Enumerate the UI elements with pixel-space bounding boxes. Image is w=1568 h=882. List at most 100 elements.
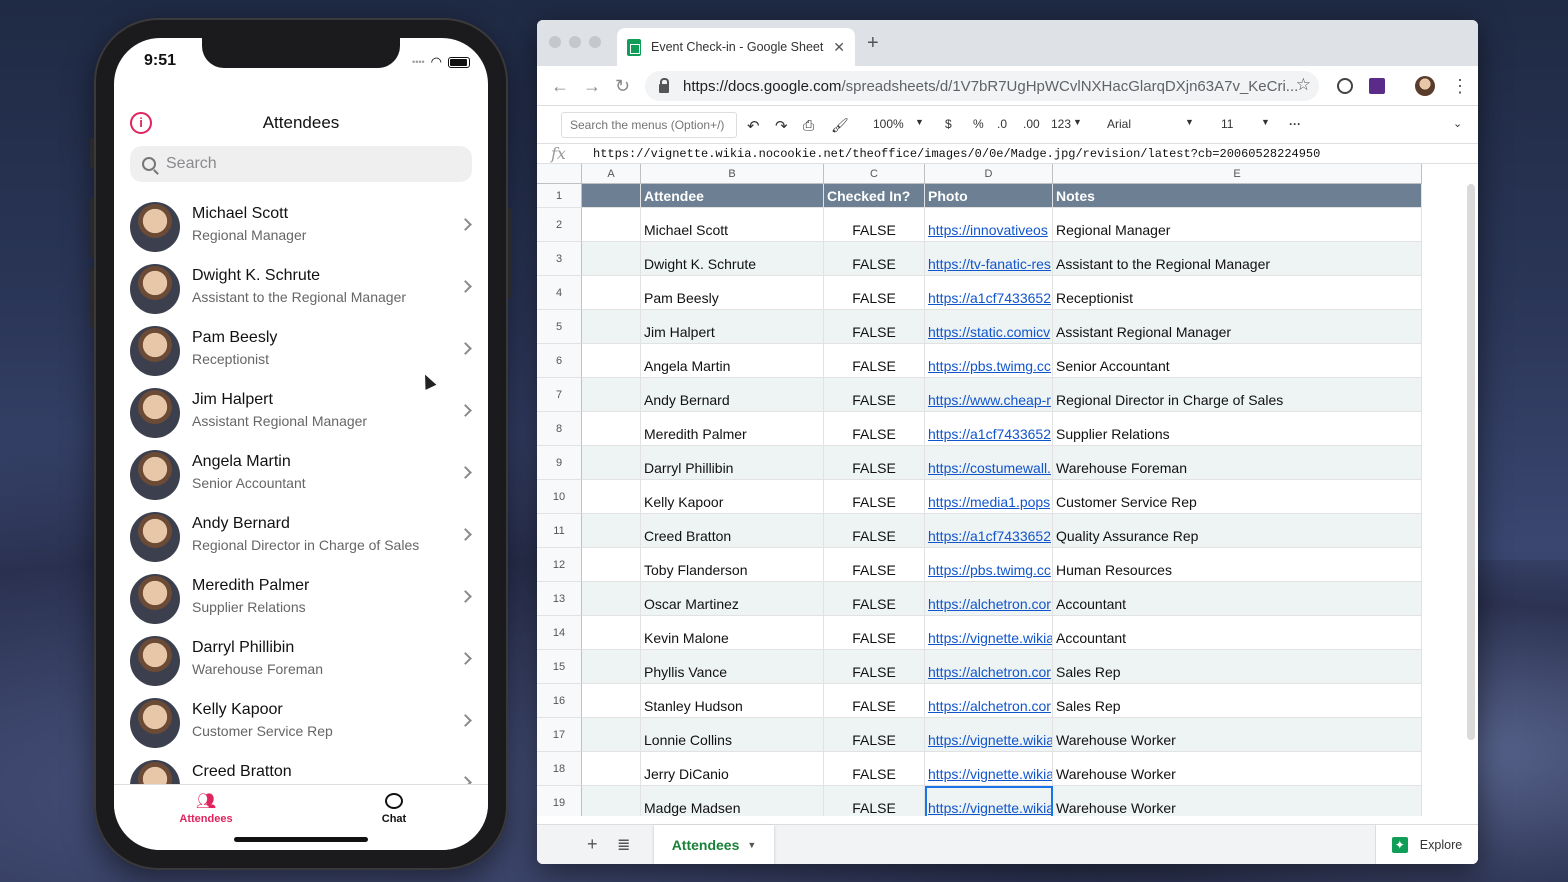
table-header-cell[interactable]: Photo <box>925 184 1053 208</box>
font-dropdown-icon[interactable]: ▼ <box>1185 117 1194 127</box>
column-header[interactable]: C <box>824 164 925 184</box>
checked-in-cell[interactable]: FALSE <box>824 582 925 616</box>
attendee-cell[interactable]: Dwight K. Schrute <box>641 242 824 276</box>
formula-value[interactable]: https://vignette.wikia.nocookie.net/theo… <box>593 147 1320 161</box>
bookmark-star-icon[interactable]: ☆ <box>1296 75 1311 95</box>
row-header[interactable]: 12 <box>537 548 582 582</box>
list-item[interactable]: Dwight K. Schrute Assistant to the Region… <box>114 258 488 320</box>
checked-in-cell[interactable]: FALSE <box>824 786 925 816</box>
photo-link-cell[interactable]: https://a1cf7433652 <box>925 514 1053 548</box>
attendee-cell[interactable]: Oscar Martinez <box>641 582 824 616</box>
checked-in-cell[interactable]: FALSE <box>824 310 925 344</box>
photo-link-cell[interactable]: https://alchetron.cor <box>925 582 1053 616</box>
table-cell[interactable] <box>582 616 641 650</box>
forward-icon[interactable]: → <box>583 76 601 97</box>
font-select[interactable]: Arial <box>1107 117 1131 131</box>
formula-bar[interactable]: fx https://vignette.wikia.nocookie.net/t… <box>537 144 1478 164</box>
zoom-select[interactable]: 100% <box>873 117 904 131</box>
checked-in-cell[interactable]: FALSE <box>824 242 925 276</box>
menu-search-input[interactable] <box>561 112 737 138</box>
attendee-cell[interactable]: Lonnie Collins <box>641 718 824 752</box>
checked-in-cell[interactable]: FALSE <box>824 446 925 480</box>
row-header[interactable]: 2 <box>537 208 582 242</box>
attendee-cell[interactable]: Angela Martin <box>641 344 824 378</box>
attendee-cell[interactable]: Jim Halpert <box>641 310 824 344</box>
attendee-cell[interactable]: Pam Beesly <box>641 276 824 310</box>
list-item[interactable]: Michael Scott Regional Manager <box>114 196 488 258</box>
print-icon[interactable]: ⎙ <box>803 117 814 134</box>
attendee-cell[interactable]: Creed Bratton <box>641 514 824 548</box>
photo-link-cell[interactable]: https://media1.pops <box>925 480 1053 514</box>
photo-link-cell[interactable]: https://vignette.wikia <box>925 616 1053 650</box>
table-cell[interactable] <box>582 718 641 752</box>
list-item[interactable]: Andy Bernard Regional Director in Charge … <box>114 506 488 568</box>
new-tab-icon[interactable]: + <box>867 32 879 55</box>
table-cell[interactable] <box>582 514 641 548</box>
photo-link-cell[interactable]: https://static.comicv <box>925 310 1053 344</box>
table-header-cell[interactable]: Notes <box>1053 184 1422 208</box>
table-cell[interactable] <box>582 786 641 816</box>
photo-link-cell[interactable]: https://vignette.wikia <box>925 718 1053 752</box>
checked-in-cell[interactable]: FALSE <box>824 616 925 650</box>
notes-cell[interactable]: Quality Assurance Rep <box>1053 514 1422 548</box>
row-header[interactable]: 13 <box>537 582 582 616</box>
vertical-scrollbar[interactable] <box>1467 184 1475 740</box>
notes-cell[interactable]: Warehouse Foreman <box>1053 446 1422 480</box>
notes-cell[interactable]: Receptionist <box>1053 276 1422 310</box>
redo-icon[interactable]: ↷ <box>775 117 788 135</box>
photo-link-cell[interactable]: https://a1cf7433652 <box>925 412 1053 446</box>
notes-cell[interactable]: Human Resources <box>1053 548 1422 582</box>
row-header[interactable]: 16 <box>537 684 582 718</box>
tab-close-icon[interactable]: ✕ <box>833 39 845 56</box>
attendee-cell[interactable]: Michael Scott <box>641 208 824 242</box>
row-header[interactable]: 14 <box>537 616 582 650</box>
browser-menu-icon[interactable]: ⋮ <box>1451 76 1469 97</box>
extension-w-icon[interactable] <box>1369 78 1385 94</box>
table-cell[interactable] <box>582 752 641 786</box>
search-bar[interactable] <box>130 146 472 182</box>
table-cell[interactable] <box>582 684 641 718</box>
notes-cell[interactable]: Assistant Regional Manager <box>1053 310 1422 344</box>
url-bar[interactable]: https://docs.google.com /spreadsheets/d/… <box>645 71 1319 101</box>
currency-format-button[interactable]: $ <box>945 117 952 131</box>
paint-format-icon[interactable]: 🖌︎ <box>831 117 849 134</box>
photo-link-cell[interactable]: https://alchetron.cor <box>925 684 1053 718</box>
row-header[interactable]: 3 <box>537 242 582 276</box>
photo-link-cell[interactable]: https://pbs.twimg.cc <box>925 548 1053 582</box>
notes-cell[interactable]: Accountant <box>1053 582 1422 616</box>
attendee-cell[interactable]: Phyllis Vance <box>641 650 824 684</box>
attendee-list[interactable]: Michael Scott Regional Manager Dwight K. S… <box>114 196 488 784</box>
attendee-cell[interactable]: Stanley Hudson <box>641 684 824 718</box>
notes-cell[interactable]: Assistant to the Regional Manager <box>1053 242 1422 276</box>
table-cell[interactable] <box>582 650 641 684</box>
row-header[interactable]: 19 <box>537 786 582 816</box>
column-header[interactable]: A <box>582 164 641 184</box>
column-header[interactable]: E <box>1053 164 1422 184</box>
notes-cell[interactable]: Sales Rep <box>1053 684 1422 718</box>
select-all-corner[interactable] <box>537 164 582 184</box>
row-header[interactable]: 1 <box>537 184 582 208</box>
undo-icon[interactable]: ↶ <box>747 117 760 135</box>
list-item[interactable]: Darryl Phillibin Warehouse Foreman <box>114 630 488 692</box>
notes-cell[interactable]: Customer Service Rep <box>1053 480 1422 514</box>
photo-link-cell[interactable]: https://vignette.wikia <box>925 752 1053 786</box>
attendee-cell[interactable]: Kevin Malone <box>641 616 824 650</box>
list-item[interactable]: Pam Beesly Receptionist <box>114 320 488 382</box>
explore-button[interactable]: ✦ Explore <box>1375 825 1478 864</box>
photo-link-cell[interactable]: https://costumewall. <box>925 446 1053 480</box>
attendee-cell[interactable]: Darryl Phillibin <box>641 446 824 480</box>
checked-in-cell[interactable]: FALSE <box>824 480 925 514</box>
checked-in-cell[interactable]: FALSE <box>824 344 925 378</box>
photo-link-cell[interactable]: https://alchetron.cor <box>925 650 1053 684</box>
table-header-cell[interactable]: Checked In? <box>824 184 925 208</box>
notes-cell[interactable]: Accountant <box>1053 616 1422 650</box>
row-header[interactable]: 18 <box>537 752 582 786</box>
checked-in-cell[interactable]: FALSE <box>824 276 925 310</box>
table-cell[interactable] <box>582 480 641 514</box>
more-icon[interactable]: ··· <box>1289 117 1301 131</box>
sheet-tab-attendees[interactable]: Attendees ▼ <box>654 825 774 864</box>
collapse-chevron-icon[interactable]: ⌄ <box>1453 117 1462 130</box>
all-sheets-icon[interactable]: ≣ <box>617 835 630 855</box>
row-header[interactable]: 4 <box>537 276 582 310</box>
row-header[interactable]: 7 <box>537 378 582 412</box>
